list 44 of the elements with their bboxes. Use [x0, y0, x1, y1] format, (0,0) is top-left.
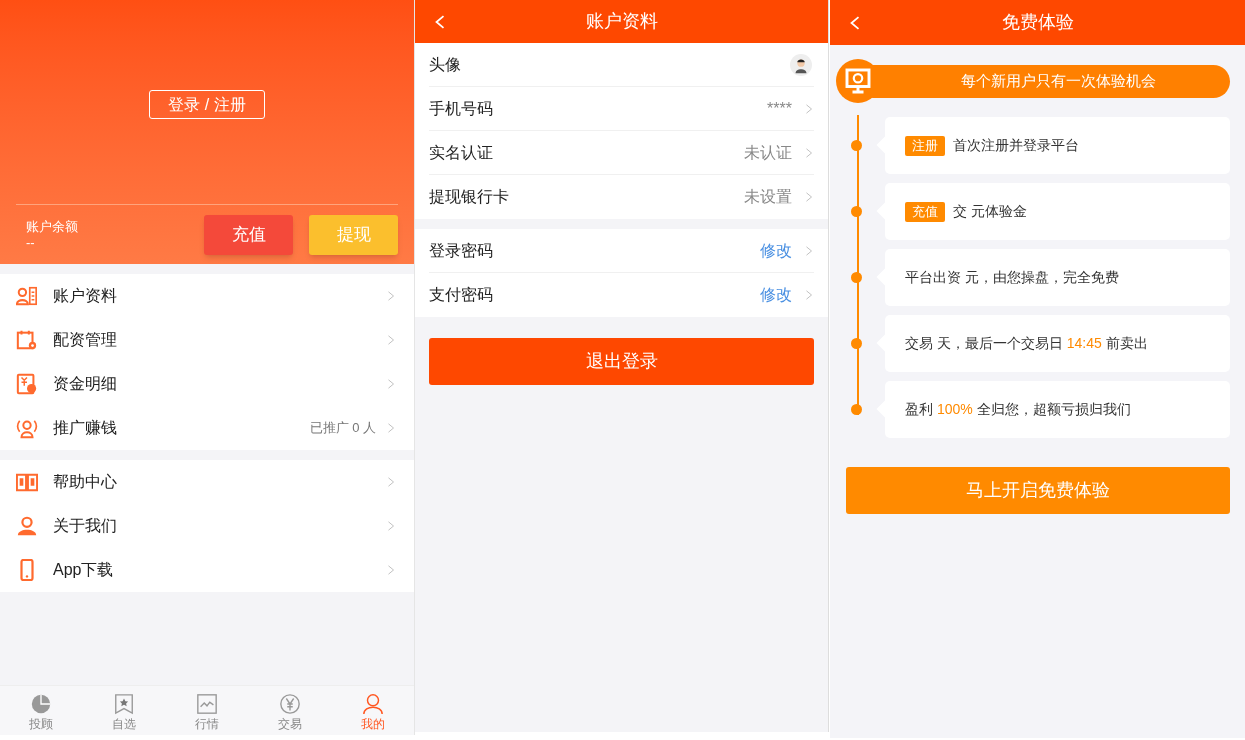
open-book-icon: [16, 471, 38, 493]
menu-item[interactable]: 配资管理: [0, 318, 414, 362]
step-text: 交易 天，最后一个交易日 14:45 前卖出: [905, 334, 1148, 353]
step-text: 交 元体验金: [953, 202, 1027, 221]
step-tag: 充值: [905, 201, 945, 222]
tab[interactable]: 行情: [165, 686, 249, 735]
step-text: 盈利 100% 全归您，超额亏损归我们: [905, 400, 1131, 419]
pie-chart-icon: [30, 693, 53, 715]
users-icon: [16, 515, 38, 537]
settings-row[interactable]: 提现银行卡 未设置: [429, 175, 814, 219]
balance-value: --: [26, 234, 36, 251]
balance-label: 账户余额: [26, 218, 79, 235]
user-card-icon: [16, 285, 38, 307]
menu-item[interactable]: 资金明细: [0, 362, 414, 406]
menu-item[interactable]: 关于我们: [0, 504, 414, 548]
menu-item[interactable]: App下载: [0, 548, 414, 592]
page-title: 免费体验: [1001, 11, 1074, 34]
step-tag: 注册: [905, 135, 945, 156]
settings-row[interactable]: 手机号码 ****: [429, 87, 814, 131]
menu-item[interactable]: 推广赚钱 已推广 0 人: [0, 406, 414, 450]
page-title: 账户资料: [585, 10, 658, 33]
tab[interactable]: 自选: [82, 686, 166, 735]
row-value: 未认证: [744, 142, 792, 163]
step-text: 平台出资 元，由您操盘，完全免费: [905, 268, 1119, 287]
money-document-icon: [16, 373, 38, 395]
line-chart-icon: [196, 693, 218, 715]
yen-coin-icon: [278, 693, 301, 715]
menu-item[interactable]: 账户资料: [0, 274, 414, 318]
row-value: 未设置: [744, 187, 792, 207]
recharge-button[interactable]: 充值: [204, 214, 293, 255]
avatar-icon: [790, 53, 812, 76]
tab[interactable]: 投顾: [0, 686, 83, 735]
bookmark-star-icon: [113, 693, 136, 715]
tab[interactable]: 交易: [248, 686, 332, 735]
calendar-gear-icon: [16, 329, 38, 351]
menu-item[interactable]: 帮助中心: [0, 460, 414, 504]
row-value: ****: [767, 98, 792, 119]
settings-row[interactable]: 头像: [429, 43, 814, 87]
settings-row[interactable]: 登录密码 修改: [429, 229, 814, 273]
settings-row[interactable]: 支付密码 修改: [429, 273, 814, 317]
user-icon: [361, 693, 384, 715]
step-text: 首次注册并登录平台: [953, 136, 1079, 155]
promotion-count: 已推广 0 人: [309, 419, 376, 438]
settings-row[interactable]: 实名认证 未认证: [429, 131, 814, 175]
